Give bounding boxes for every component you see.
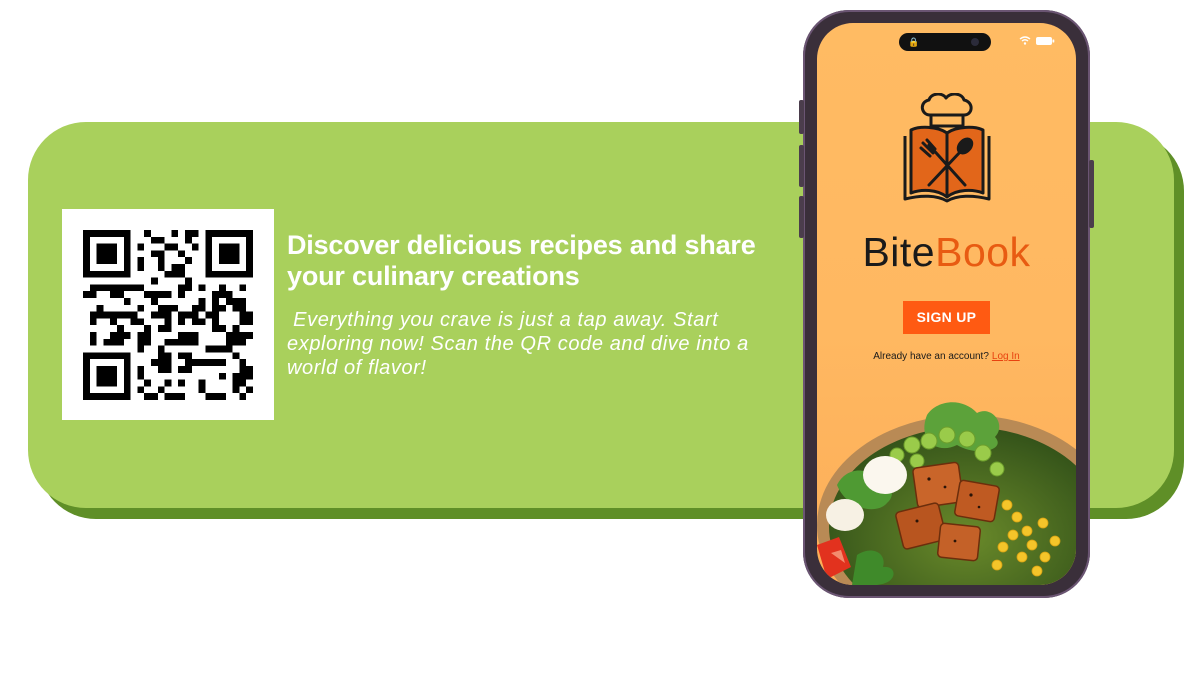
wifi-icon	[1019, 36, 1031, 45]
login-prompt-text: Already have an account?	[873, 351, 989, 362]
login-prompt-line: Already have an account? Log In	[817, 351, 1076, 362]
promo-headline: Discover delicious recipes and share you…	[287, 230, 756, 291]
qr-code-icon	[83, 230, 253, 400]
signup-button[interactable]: SIGN UP	[903, 301, 990, 334]
qr-code-card	[62, 209, 274, 420]
camera-icon	[971, 38, 979, 46]
app-name: BiteBook	[817, 228, 1076, 276]
status-icons	[1019, 36, 1055, 45]
app-name-part2: Book	[935, 229, 1031, 275]
chef-book-logo-icon	[903, 93, 991, 203]
dynamic-island: 🔒	[899, 33, 991, 51]
lock-icon: 🔒	[908, 37, 920, 47]
login-link[interactable]: Log In	[992, 351, 1020, 362]
phone-screen: 🔒 BiteBook SIGN UP Already have an accou…	[817, 23, 1076, 585]
phone-side-button	[799, 100, 804, 134]
battery-icon	[1036, 37, 1055, 45]
phone-volume-up	[799, 145, 804, 187]
phone-power-button	[1089, 160, 1094, 228]
phone-volume-down	[799, 196, 804, 238]
salad-bowl-image	[817, 402, 1076, 585]
promo-subtext: Everything you crave is just a tap away.…	[287, 309, 755, 379]
app-name-part1: Bite	[862, 229, 936, 275]
